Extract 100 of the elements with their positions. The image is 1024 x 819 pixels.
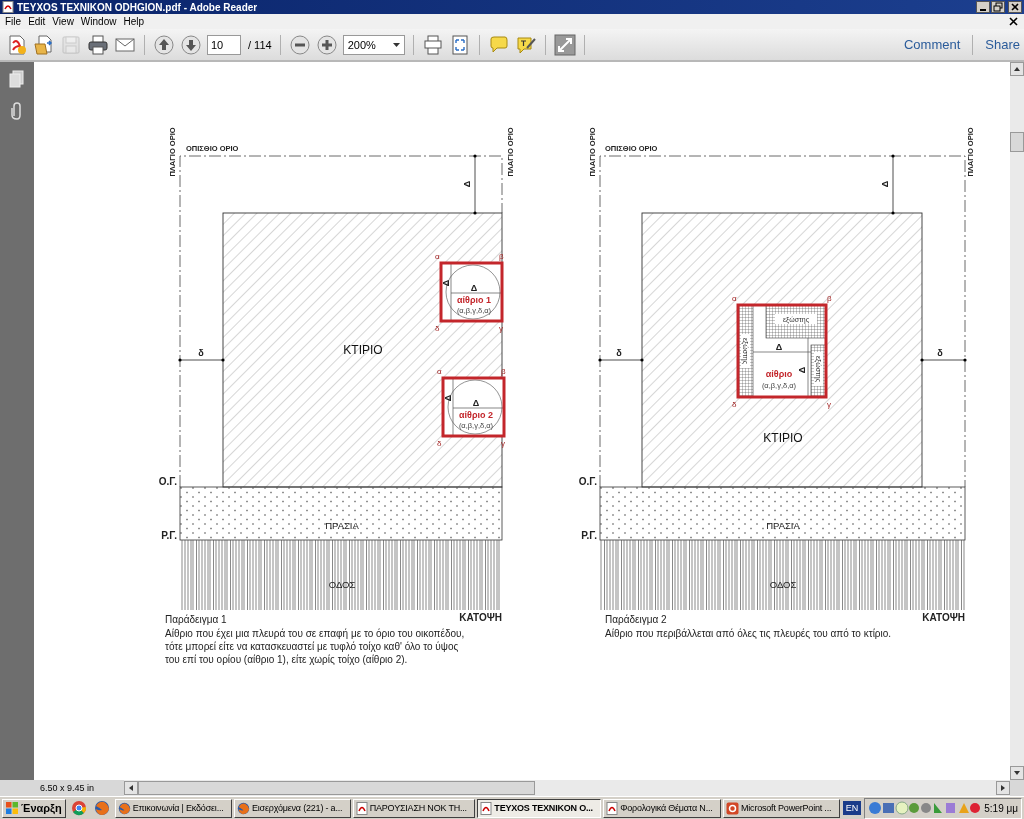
paperclip-icon[interactable]: [10, 102, 24, 120]
browser-icon: [237, 801, 250, 815]
building-line-label: Ο.Γ.: [578, 476, 597, 487]
toolbar-link[interactable]: Comment: [899, 37, 965, 52]
pdf-icon: [2, 1, 14, 13]
start-button[interactable]: Έναρξη: [2, 798, 66, 818]
dimension-line: [473, 154, 477, 215]
view-label: ΚΑΤΟΨΗ: [459, 612, 502, 623]
dimension-line: [178, 358, 225, 362]
taskbar-button[interactable]: TEYXOS TEXNIKON O...: [477, 798, 602, 818]
distance-label: δ: [198, 348, 204, 358]
close-icon[interactable]: [1008, 1, 1022, 13]
zoom-in-icon[interactable]: [315, 33, 338, 56]
taskbar-button[interactable]: Εισερχόμενα (221) - a...: [234, 798, 351, 818]
dimension-label: Δ: [472, 398, 480, 408]
zoom-dropdown[interactable]: 200%: [342, 34, 405, 55]
atrium-name: αίθριο 1: [457, 295, 491, 305]
dimension-label: Δ: [470, 283, 478, 293]
pdf-icon: [480, 801, 493, 815]
corner-label: α: [435, 252, 440, 261]
tray-icons[interactable]: [868, 800, 981, 816]
taskbar-button[interactable]: Microsoft PowerPoint ...: [723, 798, 840, 818]
scroll-thumb[interactable]: [1010, 132, 1024, 152]
dimension-label: Δ: [441, 279, 451, 287]
dimension-label: Δ: [797, 366, 807, 374]
scroll-right-icon[interactable]: [996, 781, 1010, 795]
dimension-line: [598, 358, 644, 362]
front-yard-label: ΠΡΑΣΙΑ: [766, 520, 800, 531]
distance-label: δ: [937, 348, 943, 358]
building-label: ΚΤΙΡΙΟ: [763, 431, 803, 445]
road-label: ΟΔΟΣ: [769, 579, 797, 590]
dimension-label: Δ: [775, 342, 783, 352]
scroll-page-icon[interactable]: [421, 33, 444, 56]
corner-label: γ: [499, 324, 503, 333]
building-line-label: Ο.Γ.: [158, 476, 177, 487]
corner-label: β: [827, 294, 832, 303]
restore-icon[interactable]: [991, 1, 1005, 13]
view-label: ΚΑΤΟΨΗ: [922, 612, 965, 623]
vertical-scrollbar[interactable]: [1010, 62, 1024, 780]
taskbar-button[interactable]: Επικοινωνία | Εκδόσει...: [114, 798, 232, 818]
menu-item[interactable]: Help: [121, 16, 149, 27]
expand-icon[interactable]: [553, 33, 576, 56]
atrium-name: αίθριο: [765, 369, 793, 379]
scroll-up-icon[interactable]: [1010, 62, 1024, 76]
caret-icon: [392, 42, 400, 47]
menu-item[interactable]: Edit: [26, 16, 51, 27]
corner-label: β: [499, 252, 504, 261]
slides-icon: [726, 801, 739, 815]
window-title: TEYXOS TEXNIKON ODHGION.pdf - Adobe Reader: [17, 1, 258, 13]
scroll-down-icon[interactable]: [1010, 766, 1024, 780]
example-description: Αίθριο που περιβάλλεται από όλες τις πλευρές του από το κτίριο.: [605, 628, 892, 639]
corner-label: β: [501, 367, 506, 376]
toolbar-link[interactable]: Share: [981, 37, 1024, 52]
dimension-label: Δ: [443, 394, 453, 402]
minimize-icon[interactable]: [976, 1, 990, 13]
dimension-line: [891, 154, 895, 215]
dimension-line: [920, 358, 967, 362]
road-label: ΟΔΟΣ: [328, 579, 356, 590]
browser-icon: [117, 801, 131, 815]
scroll-thumb[interactable]: [138, 781, 535, 795]
setback-label: Δ: [462, 180, 472, 188]
printer-icon[interactable]: [87, 33, 109, 56]
close-icon[interactable]: [1009, 17, 1018, 26]
corner-label: γ: [827, 400, 831, 409]
language-indicator[interactable]: EN: [842, 801, 862, 815]
pdf-icon: [355, 801, 368, 815]
browser-icon[interactable]: [93, 800, 110, 816]
clock: 5:19 μμ: [984, 802, 1018, 814]
corner-label: α: [437, 367, 442, 376]
browser-icon[interactable]: [70, 800, 87, 816]
setback-label: Δ: [880, 180, 890, 188]
example-description: Αίθριο που έχει μια πλευρά του σε επαφή με το όριο του οικοπέδου, τότε μπορεί είτε να κατασκευαστεί με τυφλό τοίχο καθ' όλο το ύψος του επί του ορίου (αίθριο 1), είτε χωρίς τοίχο (αίθριο 2).: [165, 628, 465, 665]
pages-icon[interactable]: [9, 70, 25, 88]
page-total: / 114: [248, 38, 272, 51]
corner-label: α: [732, 294, 737, 303]
horizontal-scrollbar[interactable]: [124, 780, 1010, 796]
pdf-icon: [606, 801, 619, 815]
zoom-out-icon[interactable]: [288, 33, 311, 56]
menu-item[interactable]: File: [3, 16, 27, 27]
street-line-label: Ρ.Γ.: [161, 530, 177, 541]
building-label: ΚΤΙΡΙΟ: [343, 343, 383, 357]
corner-label: δ: [732, 400, 737, 409]
front-yard-label: ΠΡΑΣΙΑ: [325, 520, 359, 531]
page-size-label: 6.50 x 9.45 in: [39, 782, 96, 795]
open-document-icon[interactable]: [33, 33, 55, 56]
example-title: Παράδειγμα 1: [165, 614, 227, 625]
document-add-icon[interactable]: [6, 33, 28, 56]
corner-label: γ: [501, 439, 505, 448]
street-line-label: Ρ.Γ.: [581, 530, 597, 541]
page-number-field[interactable]: 10: [207, 34, 241, 55]
corner-label: δ: [437, 439, 442, 448]
corner-label: δ: [435, 324, 440, 333]
taskbar-button[interactable]: Φορολογικά Θέματα Ν...: [603, 798, 721, 818]
atrium-name: αίθριο 2: [459, 410, 493, 420]
menu-item[interactable]: Window: [78, 16, 122, 27]
distance-label: δ: [616, 348, 622, 358]
taskbar-button[interactable]: ΠΑΡΟΥΣΙΑΣΗ ΝΟΚ ΤΗ...: [352, 798, 476, 818]
menu-item[interactable]: View: [50, 16, 79, 27]
flag-icon: [6, 802, 18, 814]
scroll-left-icon[interactable]: [124, 781, 138, 795]
